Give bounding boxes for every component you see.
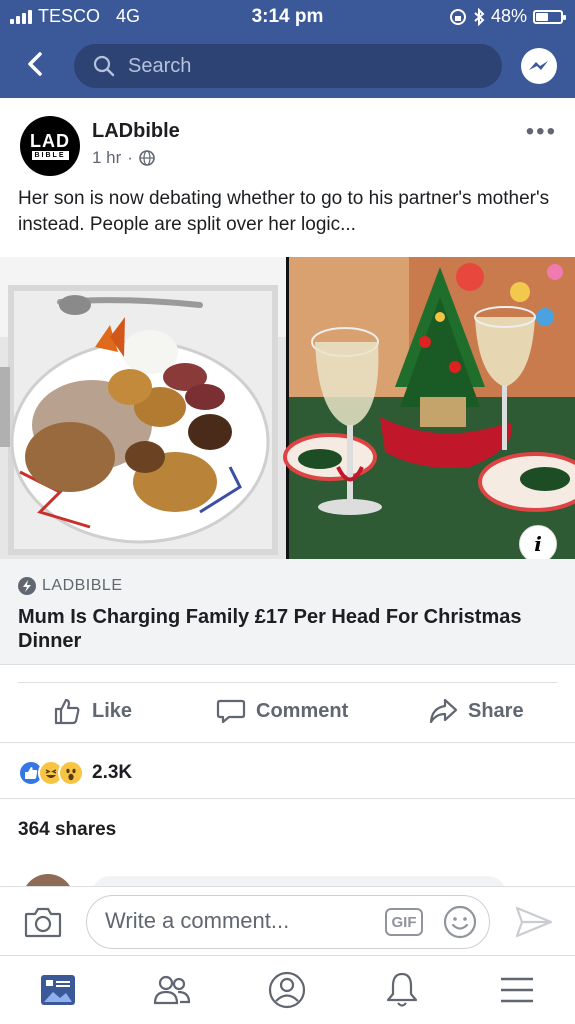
friends-icon[interactable] [152, 970, 192, 1010]
comment-icon [216, 699, 246, 724]
search-bar[interactable] [74, 44, 502, 88]
avatar-logo-text: LAD [30, 130, 70, 151]
post-time[interactable]: 1 hr [92, 148, 121, 168]
post-image[interactable]: i [0, 257, 575, 559]
divider [0, 798, 575, 799]
share-button[interactable]: Share [428, 696, 524, 726]
gif-button[interactable]: GIF [385, 908, 423, 936]
comment-bar: GIF [0, 886, 575, 956]
link-preview[interactable]: LADBIBLE Mum Is Charging Family £17 Per … [0, 559, 575, 665]
share-icon [429, 698, 458, 724]
bottom-tab-bar [0, 956, 575, 1024]
profile-icon[interactable] [267, 970, 307, 1010]
link-source: LADBIBLE [18, 577, 122, 595]
post-image-illustration [0, 257, 575, 559]
status-bar: TESCO 4G 3:14 pm 48% [0, 0, 575, 34]
comment-field[interactable]: GIF [86, 895, 490, 949]
post-meta: 1 hr · [92, 148, 155, 168]
link-title[interactable]: Mum Is Charging Family £17 Per Head For … [18, 605, 558, 653]
nav-bar [0, 42, 575, 88]
menu-icon[interactable] [497, 970, 537, 1010]
shares-count[interactable]: 364 shares [18, 819, 116, 841]
orientation-lock-icon [449, 8, 466, 25]
back-icon[interactable] [20, 48, 52, 80]
messenger-icon[interactable] [519, 46, 559, 86]
comment-label: Comment [256, 699, 349, 722]
post-actions: Like Comment Share [0, 684, 575, 742]
app-header: TESCO 4G 3:14 pm 48% [0, 0, 575, 98]
search-icon [93, 55, 115, 77]
globe-icon [139, 150, 155, 166]
notifications-icon[interactable] [382, 970, 422, 1010]
like-label: Like [92, 699, 133, 722]
battery-percent: 48% [490, 6, 527, 26]
reactions-count: 2.3K [92, 762, 133, 783]
post-text: Her son is now debating whether to go to… [18, 188, 550, 235]
instant-article-icon [18, 577, 36, 595]
news-feed-icon[interactable] [38, 970, 78, 1010]
send-icon[interactable] [515, 905, 553, 939]
like-icon [54, 698, 80, 725]
more-icon[interactable]: ••• [526, 120, 557, 144]
page-name[interactable]: LADbible [92, 120, 180, 143]
info-button[interactable]: i [519, 525, 557, 559]
avatar-logo-subtext: BIBLE [31, 150, 69, 160]
post-header: LAD BIBLE LADbible 1 hr · ••• [0, 98, 575, 188]
comment-button[interactable]: Comment [216, 696, 348, 726]
emoji-icon[interactable] [443, 905, 477, 939]
camera-icon[interactable] [24, 905, 62, 939]
bluetooth-icon [474, 7, 485, 26]
reactions-summary[interactable]: 2.3K [18, 760, 132, 786]
battery-icon [533, 9, 566, 24]
share-label: Share [468, 699, 524, 722]
divider [18, 682, 557, 683]
link-source-name: LADBIBLE [42, 577, 123, 594]
wow-reaction-icon [58, 760, 84, 786]
comment-input[interactable] [105, 908, 375, 934]
page-avatar[interactable]: LAD BIBLE [20, 116, 80, 176]
meta-separator: · [127, 148, 133, 167]
like-button[interactable]: Like [52, 696, 132, 726]
divider [0, 742, 575, 743]
search-input[interactable] [128, 54, 468, 78]
